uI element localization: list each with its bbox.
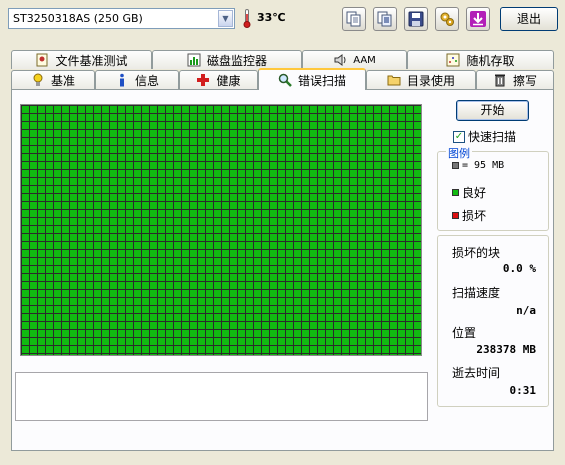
tab-health[interactable]: 健康 — [179, 70, 258, 89]
legend-good: 良好 — [452, 184, 486, 201]
good-swatch-icon — [452, 189, 459, 196]
tab-file-benchmark[interactable]: 文件基准测试 — [11, 50, 152, 69]
elapsed-time-value: 0:31 — [509, 384, 537, 397]
tab-aam[interactable]: AAM — [302, 50, 407, 69]
save-button[interactable] — [404, 7, 428, 31]
health-cross-icon — [197, 74, 210, 86]
legend-block-size-text: = 95 MB — [462, 160, 505, 171]
options-icon — [440, 12, 454, 26]
chevron-down-icon[interactable]: ▼ — [218, 10, 233, 27]
download-icon — [470, 11, 486, 27]
error-scan-panel: 开始 ✓ 快速扫描 图例 = 95 MB 良好 损坏 损坏的块 0.0 % 扫描… — [11, 89, 554, 451]
legend-bad: 损坏 — [452, 207, 486, 224]
trash-icon — [494, 74, 505, 87]
scan-speed-label: 扫描速度 — [452, 286, 501, 300]
tab-label: AAM — [353, 54, 376, 66]
legend-good-text: 良好 — [462, 186, 487, 200]
position-label: 位置 — [452, 326, 477, 340]
legend-title: 图例 — [446, 145, 472, 161]
tab-folder-usage[interactable]: 目录使用 — [366, 70, 476, 89]
copy-all-icon — [377, 11, 392, 27]
quick-scan-label: 快速扫描 — [468, 130, 517, 144]
download-button[interactable] — [466, 7, 490, 31]
copy-text-icon — [346, 11, 361, 27]
legend-bad-text: 损坏 — [462, 209, 487, 223]
thermometer-icon — [243, 9, 251, 28]
random-access-icon — [446, 53, 460, 67]
drive-select[interactable]: ST3250318AS (250 GB) ▼ — [8, 8, 235, 29]
tab-label: 文件基准测试 — [55, 53, 128, 68]
bad-blocks-label: 损坏的块 — [452, 246, 501, 260]
bad-blocks-value: 0.0 % — [502, 262, 536, 275]
tab-label: 错误扫描 — [297, 73, 346, 88]
temperature-readout: 33℃ — [257, 11, 286, 24]
tab-info[interactable]: 信息 — [95, 70, 179, 89]
tab-label: 擦写 — [512, 73, 537, 88]
tab-row-top: 文件基准测试 磁盘监控器 AAM 随机存取 — [11, 50, 554, 69]
tab-random-access[interactable]: 随机存取 — [407, 50, 554, 69]
tab-label: 健康 — [216, 73, 241, 88]
legend-group: 图例 = 95 MB 良好 损坏 — [437, 145, 549, 231]
scan-speed-value: n/a — [516, 304, 536, 317]
exit-button[interactable]: 退出 — [500, 7, 558, 31]
save-icon — [408, 11, 424, 27]
bulb-icon — [33, 73, 43, 86]
bad-swatch-icon — [452, 212, 459, 219]
tab-disk-monitor[interactable]: 磁盘监控器 — [152, 50, 302, 69]
tab-label: 目录使用 — [406, 73, 455, 88]
scan-stats-group: 损坏的块 0.0 % 扫描速度 n/a 位置 238378 MB 逝去时间 0:… — [437, 235, 549, 407]
tab-benchmark[interactable]: 基准 — [11, 70, 95, 89]
scan-block-grid — [20, 104, 422, 356]
quick-scan-checkbox[interactable]: ✓ 快速扫描 — [453, 128, 516, 145]
scan-log-box[interactable] — [15, 372, 428, 421]
drive-select-value: ST3250318AS (250 GB) — [13, 12, 143, 25]
tab-label: 信息 — [134, 73, 159, 88]
position-value: 238378 MB — [476, 343, 536, 356]
tab-row-bottom: 基准 信息 健康 错误扫描 目录使用 擦写 — [11, 68, 554, 90]
copy-all-button[interactable] — [373, 7, 397, 31]
legend-block-size: = 95 MB — [452, 160, 504, 171]
file-benchmark-icon — [36, 53, 48, 67]
checkmark-icon[interactable]: ✓ — [453, 130, 465, 143]
tab-erase[interactable]: 擦写 — [476, 70, 554, 89]
block-swatch-icon — [452, 162, 459, 169]
tab-label: 随机存取 — [466, 53, 515, 68]
tab-label: 磁盘监控器 — [206, 53, 267, 68]
disk-monitor-icon — [187, 53, 201, 67]
info-icon — [119, 73, 124, 87]
tab-error-scan[interactable]: 错误扫描 — [258, 68, 366, 90]
copy-text-button[interactable] — [342, 7, 366, 31]
elapsed-time-label: 逝去时间 — [452, 366, 501, 380]
toolbar: ST3250318AS (250 GB) ▼ 33℃ 退出 — [0, 0, 565, 40]
folder-icon — [387, 75, 401, 86]
magnifier-icon — [278, 73, 292, 87]
speaker-icon — [334, 54, 346, 66]
options-button[interactable] — [435, 7, 459, 31]
tab-label: 基准 — [50, 73, 75, 88]
start-button[interactable]: 开始 — [456, 100, 529, 121]
